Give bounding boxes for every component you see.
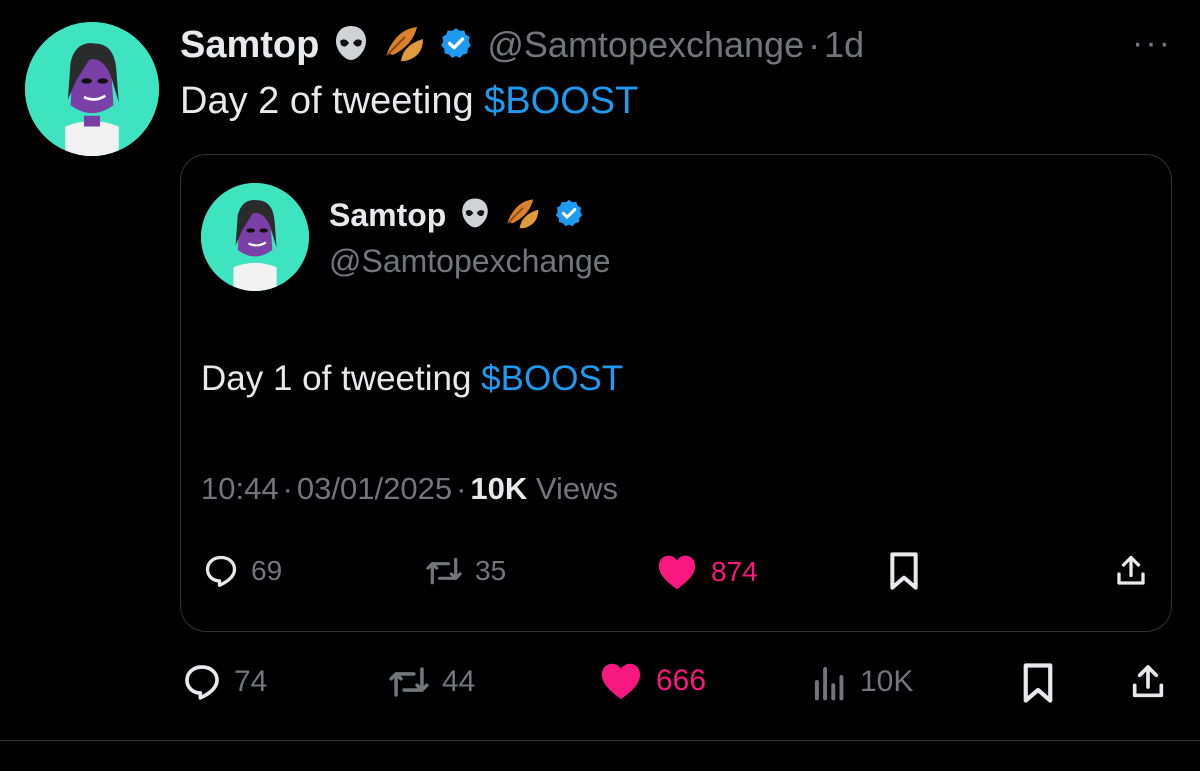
quote-views-label: Views xyxy=(535,471,619,506)
author-name[interactable]: Samtop xyxy=(180,24,319,67)
verified-badge-icon xyxy=(554,198,584,233)
more-options-button[interactable]: ··· xyxy=(1132,24,1172,63)
reply-icon xyxy=(185,665,219,700)
like-button[interactable]: 666 xyxy=(598,661,706,701)
quote-header: Samtop xyxy=(329,195,584,235)
reply-count: 69 xyxy=(251,555,283,586)
cashtag-link[interactable]: $BOOST xyxy=(484,80,638,122)
heart-icon xyxy=(658,555,696,590)
quote-like-button[interactable]: 874 xyxy=(655,553,758,591)
like-count: 666 xyxy=(656,664,707,697)
avatar[interactable] xyxy=(25,22,159,156)
tweet-header: Samtop @Samtopexchange · 1d xyxy=(180,20,864,70)
quote-time[interactable]: 10:44 xyxy=(201,471,279,506)
avatar-image xyxy=(201,183,309,291)
separator-dot: · xyxy=(282,471,293,506)
analytics-icon xyxy=(814,666,844,701)
quote-text-prefix: Day 1 of tweeting xyxy=(201,359,482,398)
quote-reply-button[interactable]: 69 xyxy=(203,553,282,589)
reply-icon xyxy=(205,555,237,587)
quote-cashtag-link[interactable]: $BOOST xyxy=(481,359,623,398)
reply-count: 74 xyxy=(234,665,268,698)
repost-button[interactable]: 44 xyxy=(388,662,475,702)
views-count: 10K xyxy=(860,665,914,698)
tweet-text: Day 2 of tweeting $BOOST xyxy=(180,80,638,123)
bookmark-button[interactable] xyxy=(1020,662,1056,704)
repost-count: 35 xyxy=(475,555,507,586)
views-button[interactable]: 10K xyxy=(812,662,913,702)
quote-author-name[interactable]: Samtop xyxy=(329,197,446,234)
repost-count: 44 xyxy=(442,665,476,698)
quote-bookmark-button[interactable] xyxy=(887,551,921,591)
timestamp[interactable]: 1d xyxy=(824,24,864,66)
separator-dot: · xyxy=(808,24,821,65)
share-button[interactable] xyxy=(1128,662,1168,702)
quote-text: Day 1 of tweeting $BOOST xyxy=(201,359,623,399)
share-icon xyxy=(1117,555,1145,585)
heart-icon xyxy=(601,663,641,700)
bookmark-icon xyxy=(1023,663,1053,703)
repost-icon xyxy=(389,667,429,697)
tweet-text-prefix: Day 2 of tweeting xyxy=(180,80,485,122)
quote-views-count: 10K xyxy=(470,471,528,506)
bookmark-icon xyxy=(890,552,918,590)
reply-button[interactable]: 74 xyxy=(182,662,267,702)
repost-icon xyxy=(426,557,462,585)
quote-metadata: 10:44 · 03/01/2025 · 10K Views xyxy=(201,471,618,507)
quoted-tweet-card[interactable]: Samtop @Samtopexchange Day 1 of tweeting… xyxy=(180,154,1172,632)
share-icon xyxy=(1132,665,1164,698)
alien-icon xyxy=(331,23,371,68)
quote-date[interactable]: 03/01/2025 xyxy=(297,471,452,506)
verified-badge-icon xyxy=(439,26,473,65)
fallen-leaf-icon xyxy=(504,196,542,235)
alien-icon xyxy=(458,196,492,235)
divider xyxy=(0,740,1200,741)
author-handle[interactable]: @Samtopexchange xyxy=(487,24,804,66)
avatar-image xyxy=(25,22,159,156)
fallen-leaf-icon xyxy=(383,23,427,68)
separator-dot: · xyxy=(456,471,467,506)
quote-author-handle[interactable]: @Samtopexchange xyxy=(329,243,611,280)
quote-avatar[interactable] xyxy=(201,183,309,291)
quote-share-button[interactable] xyxy=(1113,553,1149,589)
like-count: 874 xyxy=(711,556,758,587)
quote-repost-button[interactable]: 35 xyxy=(425,553,506,589)
